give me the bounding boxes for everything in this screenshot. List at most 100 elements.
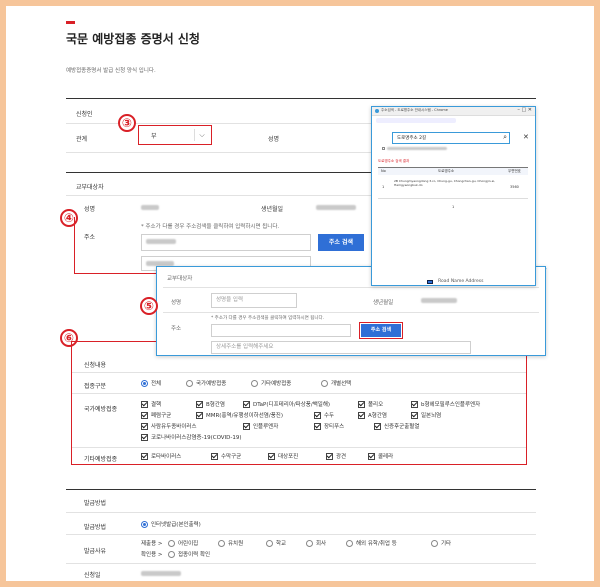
vaccine-item-label: A형간염 — [368, 413, 387, 419]
vaccine-item-label: B형간염 — [206, 402, 225, 408]
relation-select[interactable]: 부 ⌵ — [138, 125, 212, 145]
type-option-label: 전체 — [151, 381, 162, 387]
zoom-birth-value — [421, 298, 457, 303]
zoom-name-input[interactable]: 성명을 입력 — [211, 293, 297, 308]
radio-icon — [266, 540, 273, 547]
issue-method-label: 발급방법 — [84, 524, 107, 531]
row-zip: 3560 — [510, 185, 519, 189]
reason-option[interactable]: 어린이집 — [168, 540, 198, 548]
vaccine-checkbox[interactable]: 인플루엔자 — [243, 423, 278, 431]
reason-option-label: 기타 — [441, 541, 452, 547]
radio-icon — [186, 380, 193, 387]
footer-text: Road Name Address — [438, 279, 484, 284]
address-search-button[interactable]: 주소 검색 — [318, 234, 364, 251]
road-sign-icon — [427, 279, 433, 284]
vaccine-checkbox[interactable]: 수두 — [314, 412, 334, 420]
recipient-section-label: 교부대상자 — [76, 184, 104, 191]
type-option-label: 국가예방접종 — [196, 381, 227, 387]
checkbox-checked-icon — [358, 401, 365, 408]
vaccine-checkbox[interactable]: MMR(홍역/유행성이하선염/풍진) — [196, 412, 283, 420]
zoom-address-input[interactable] — [211, 324, 351, 337]
recipient-address-note: * 주소가 다를 경우 주소검색을 클릭하여 입력하시면 됩니다. — [141, 224, 280, 230]
zoom-section-label: 교부대상자 — [167, 276, 193, 282]
vaccine-type-label: 접종구분 — [84, 383, 107, 390]
vaccine-checkbox[interactable]: 사람유두종바이러스 — [141, 423, 197, 431]
vaccine-checkbox[interactable]: 결핵 — [141, 401, 161, 409]
relation-value: 부 — [151, 133, 157, 140]
reason-group-label: 제출용 > — [141, 541, 163, 547]
close-icon[interactable]: ✕ — [523, 133, 529, 141]
reason-option[interactable]: 회사 — [306, 540, 326, 548]
issue-reason-label: 발급사유 — [84, 548, 107, 555]
recipient-address-label: 주소 — [84, 234, 96, 241]
type-option-national[interactable]: 국가예방접종 — [186, 380, 226, 388]
reason-option-label: 어린이집 — [178, 541, 199, 547]
reason-option[interactable]: 접종이력 확인 — [168, 551, 210, 559]
vaccine-checkbox[interactable]: 대상포진 — [268, 453, 298, 461]
vaccine-checkbox[interactable]: A형간염 — [358, 412, 387, 420]
reason-group-label: 확인용 > — [141, 552, 163, 558]
reason-option[interactable]: 유치원 — [218, 540, 243, 548]
vaccine-item-label: 대상포진 — [278, 454, 299, 460]
checkbox-checked-icon — [243, 423, 250, 430]
zoom-birth-label: 생년월일 — [373, 300, 394, 306]
zoom-search-button[interactable]: 주소 검색 — [359, 322, 403, 339]
row-divider — [72, 447, 526, 448]
radio-icon — [306, 540, 313, 547]
vaccine-checkbox[interactable]: 일본뇌염 — [411, 412, 441, 420]
brand-mark — [66, 21, 75, 24]
checkbox-checked-icon — [141, 434, 148, 441]
row-divider — [66, 512, 536, 513]
radio-selected-icon — [141, 521, 148, 528]
popup-search-box[interactable]: 도로명주소 2길 ⌕ — [392, 132, 510, 144]
reason-option[interactable]: 기타 — [431, 540, 451, 548]
checkbox-checked-icon — [268, 453, 275, 460]
vaccine-checkbox[interactable]: B형간염 — [196, 401, 225, 409]
reason-option-label: 해외 유학/취업 등 — [356, 541, 397, 547]
vaccine-item-label: 인플루엔자 — [253, 424, 279, 430]
radio-icon — [321, 380, 328, 387]
row-divider — [72, 372, 526, 373]
window-controls-icon[interactable]: – □ ✕ — [517, 107, 532, 113]
checkbox-checked-icon — [326, 453, 333, 460]
reason-option[interactable]: 해외 유학/취업 등 — [346, 540, 397, 548]
recipient-birth-value — [316, 205, 356, 210]
radio-icon — [218, 540, 225, 547]
popup-urlbar — [376, 118, 456, 123]
vaccine-checkbox[interactable]: DTaP(디프테리아/파상풍/백일해) — [243, 401, 330, 409]
checkbox-checked-icon — [411, 401, 418, 408]
recipient-name-value — [141, 205, 159, 210]
issue-method-option[interactable]: 인터넷발급(본인출력) — [141, 521, 201, 529]
zoom-detail-input[interactable]: 상세주소를 입력해주세요 — [211, 341, 471, 354]
reason-option[interactable]: 학교 — [266, 540, 286, 548]
vaccine-checkbox[interactable]: 콜레라 — [368, 453, 393, 461]
address-search-popup: 주소검색 - 도로명주소 안내시스템 - Chrome – □ ✕ 도로명주소 … — [371, 106, 536, 286]
vaccine-checkbox[interactable]: 로타바이러스 — [141, 453, 181, 461]
type-option-other[interactable]: 기타예방접종 — [251, 380, 291, 388]
type-option-custom[interactable]: 개별선택 — [321, 380, 351, 388]
vaccine-checkbox[interactable]: 장티푸스 — [314, 423, 344, 431]
national-vaccine-label: 국가예방접종 — [84, 406, 118, 413]
zoom-name-label: 성명 — [171, 300, 182, 306]
popup-checkbox-row[interactable] — [382, 147, 472, 151]
vaccine-checkbox[interactable]: 폐렴구균 — [141, 412, 171, 420]
vaccine-checkbox[interactable]: 신증후군출혈열 — [374, 423, 419, 431]
checkbox-checked-icon — [243, 401, 250, 408]
issue-method-value: 인터넷발급(본인출력) — [151, 522, 201, 528]
vaccine-checkbox[interactable]: 폴리오 — [358, 401, 383, 409]
vaccine-checkbox[interactable]: 코로나바이러스감염증-19(COVID-19) — [141, 434, 242, 442]
vaccine-checkbox[interactable]: 광견 — [326, 453, 346, 461]
recipient-name-label: 성명 — [84, 206, 96, 213]
issue-date-value — [141, 571, 181, 576]
name-label: 성명 — [268, 136, 280, 143]
vaccine-checkbox[interactable]: b형헤모필루스인플루엔자 — [411, 401, 480, 409]
vaccine-checkbox[interactable]: 수막구균 — [211, 453, 241, 461]
vaccine-item-label: 광견 — [336, 454, 347, 460]
checkbox-checked-icon — [314, 412, 321, 419]
recipient-address-input[interactable] — [141, 234, 311, 251]
search-icon[interactable]: ⌕ — [503, 133, 507, 142]
popup-result-row[interactable]: 1 2B Chungmyeongdong 3-ro, Chung-gu, Cho… — [378, 177, 528, 199]
zoom-address-label: 주소 — [171, 326, 182, 332]
popup-pagination[interactable]: 1 — [452, 205, 454, 209]
type-option-all[interactable]: 전체 — [141, 380, 161, 388]
